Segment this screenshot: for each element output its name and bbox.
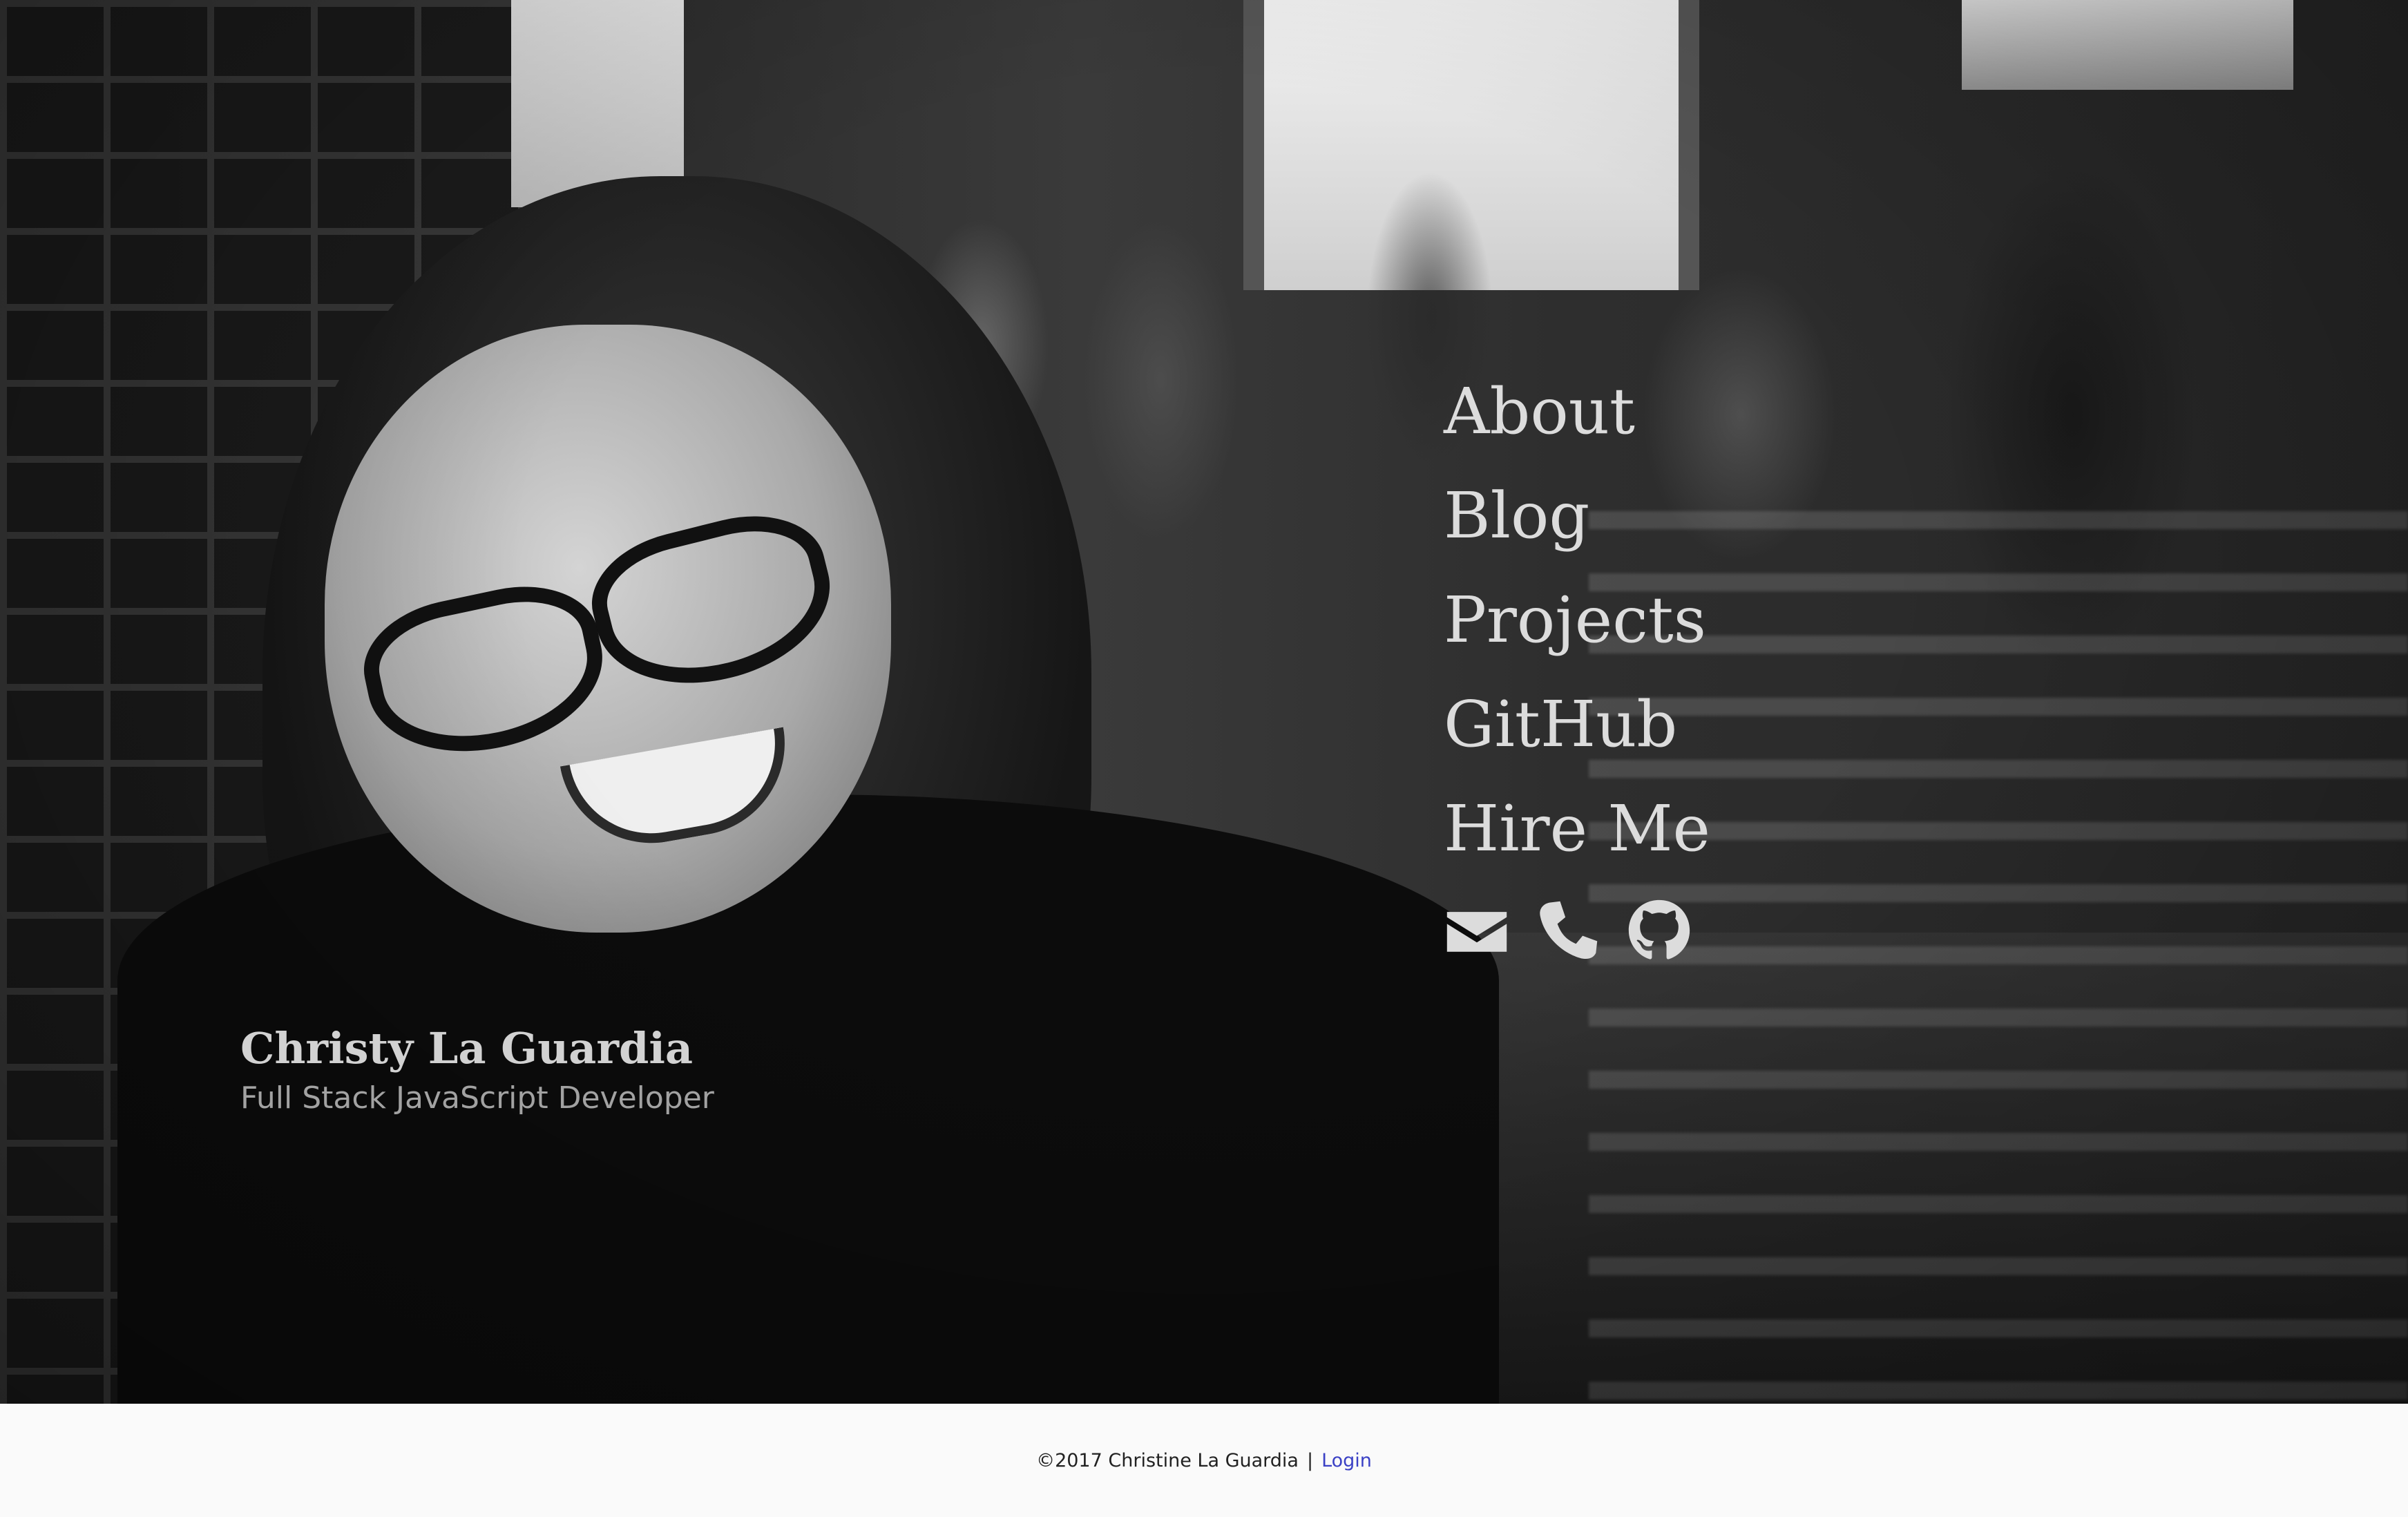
nav-blog-link[interactable]: Blog bbox=[1444, 464, 1710, 568]
hero-photo: Christy La Guardia Full Stack JavaScript… bbox=[0, 0, 2408, 1404]
person-tagline: Full Stack JavaScript Developer bbox=[240, 1080, 714, 1116]
envelope-icon[interactable] bbox=[1444, 897, 1510, 964]
nav-github-link[interactable]: GitHub bbox=[1444, 672, 1710, 776]
phone-icon[interactable] bbox=[1535, 897, 1601, 964]
nav-projects-link[interactable]: Projects bbox=[1444, 568, 1710, 672]
footer-copyright: ©2017 Christine La Guardia bbox=[1036, 1449, 1299, 1471]
photo-vignette bbox=[0, 0, 2408, 1404]
main-nav: About Blog Projects GitHub Hire Me bbox=[1444, 359, 1710, 964]
site-footer: ©2017 Christine La Guardia | Login bbox=[0, 1404, 2408, 1517]
footer-login-link[interactable]: Login bbox=[1321, 1450, 1372, 1471]
identity-block: Christy La Guardia Full Stack JavaScript… bbox=[240, 1020, 714, 1119]
person-name: Christy La Guardia bbox=[240, 1023, 694, 1074]
nav-hire-me-link[interactable]: Hire Me bbox=[1444, 776, 1710, 881]
github-icon[interactable] bbox=[1626, 897, 1692, 964]
contact-icons bbox=[1444, 897, 1710, 964]
nav-about-link[interactable]: About bbox=[1444, 359, 1710, 464]
footer-separator: | bbox=[1306, 1449, 1314, 1471]
